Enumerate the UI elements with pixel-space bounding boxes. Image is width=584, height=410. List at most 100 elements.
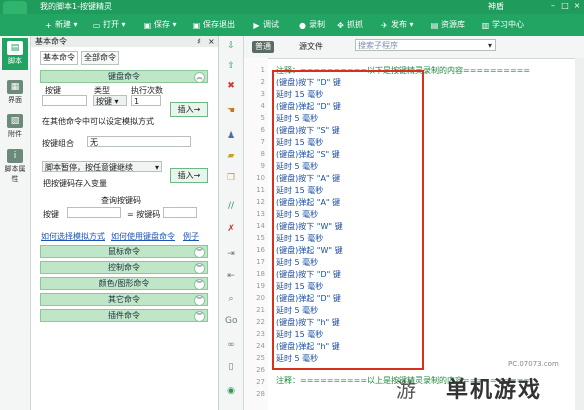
hand-icon[interactable]: ☚ [225, 106, 237, 117]
goto-icon[interactable]: Go [225, 316, 237, 327]
panel-close-icon[interactable]: × [208, 36, 215, 47]
clipboard-icon[interactable]: ▯ [225, 362, 237, 373]
record-label: 录制 [309, 20, 325, 29]
other-section-header[interactable]: 其它命令 ︾ [40, 293, 208, 306]
nav-ui-label: 界面 [8, 96, 22, 104]
nav-attach[interactable]: ▧ 附件 [2, 114, 28, 139]
link-use-keyboard[interactable]: 如何使用键盘命令 [111, 231, 175, 242]
editor-scrollbar[interactable] [575, 58, 584, 410]
nav-ui[interactable]: ▦ 界面 [2, 80, 28, 105]
nav-props-label: 脚本属性 [4, 165, 26, 183]
user-icon[interactable]: ♟ [225, 131, 237, 142]
find-icon[interactable]: ⌕ [225, 294, 237, 305]
pause-select[interactable]: 脚本暂停，按任意键继续 ▾ [42, 161, 162, 172]
color-section-header[interactable]: 颜色/图形命令 ︾ [40, 277, 208, 290]
outdent-icon[interactable]: ⇤ [225, 271, 237, 282]
subroutine-search-select[interactable]: 搜索子程序 ▾ [355, 39, 496, 51]
capture-button[interactable]: ✥ 抓抓 [336, 18, 363, 32]
query-code-input[interactable] [163, 207, 197, 218]
grid-icon: ▦ [7, 80, 23, 94]
debug-label: 调试 [263, 20, 279, 29]
control-section-header[interactable]: 控制命令 ︾ [40, 261, 208, 274]
window-title: 我的脚本1-按键精灵 [40, 2, 112, 11]
query-key-label: 按键 [43, 210, 59, 219]
chevron-down-icon[interactable]: ︾ [194, 263, 205, 274]
user-name[interactable]: 神盾 [488, 1, 504, 12]
learn-label: 学习中心 [492, 20, 524, 29]
count-stepper[interactable]: 1 [131, 95, 161, 106]
line-number: 27 [256, 378, 265, 386]
plugin-section-header[interactable]: 插件命令 ︾ [40, 309, 208, 322]
count-value: 1 [134, 97, 140, 106]
arrow-down-icon[interactable]: ⇩ [225, 41, 237, 52]
resources-button[interactable]: ▤ 资源库 [430, 18, 465, 32]
tab-normal[interactable]: 普通 [252, 41, 274, 53]
save-exit-button[interactable]: ▣ 保存退出 [192, 18, 235, 32]
folder-icon[interactable]: ▰ [225, 151, 237, 162]
title-bar: 我的脚本1-按键精灵 神盾 – □ × [0, 0, 584, 25]
plus-icon: + [45, 21, 52, 30]
open-button[interactable]: ▭ 打开 ▾ [92, 18, 126, 32]
chevron-up-icon[interactable]: ︽ [194, 72, 205, 83]
open-label: 打开 [103, 20, 119, 29]
arrow-up-icon[interactable]: ⇧ [225, 61, 237, 72]
chevron-down-icon[interactable]: ︾ [194, 247, 205, 258]
debug-button[interactable]: ▶ 调试 [252, 18, 279, 32]
insert-pause-button[interactable]: 插入→ [170, 168, 208, 183]
indent-icon[interactable]: ⇥ [225, 249, 237, 260]
maximize-button[interactable]: □ [560, 1, 570, 11]
plugin-section-label: 插件命令 [108, 311, 140, 320]
line-number: 26 [256, 366, 265, 374]
combo-input[interactable]: 无 [87, 136, 191, 147]
mouse-section-header[interactable]: 鼠标命令 ︾ [40, 245, 208, 258]
pause-select-value: 脚本暂停，按任意键继续 [45, 163, 133, 172]
watermark-url: PC.07073.com [508, 360, 559, 368]
folder-icon: ▭ [92, 21, 101, 30]
tab-basic-commands[interactable]: 基本命令 [40, 51, 78, 65]
link-sim-method[interactable]: 如何选择模拟方式 [41, 231, 105, 242]
type-select[interactable]: 按键 ▾ [93, 95, 127, 106]
learn-button[interactable]: ▥ 学习中心 [481, 18, 524, 32]
save-label: 保存 [154, 20, 170, 29]
chevron-down-icon[interactable]: ︾ [194, 311, 205, 322]
left-nav: ▤ 脚本 ▦ 界面 ▧ 附件 i 脚本属性 [0, 36, 31, 410]
copy-icon[interactable]: ❐ [225, 173, 237, 184]
pin-icon[interactable]: ♯ [197, 36, 201, 47]
nav-props[interactable]: i 脚本属性 [2, 149, 28, 184]
line-number: 2 [260, 78, 265, 86]
nav-script[interactable]: ▤ 脚本 [2, 38, 28, 70]
eye-icon[interactable]: ◉ [225, 386, 237, 397]
combo-label: 按键组合 [42, 139, 74, 148]
line-number: 6 [260, 126, 265, 134]
panel-title: 基本命令 [35, 37, 67, 46]
link-example[interactable]: 例子 [183, 231, 199, 242]
publish-label: 发布 [391, 20, 407, 29]
toolbar: + 新建 ▾ ▭ 打开 ▾ ▣ 保存 ▾ ▣ 保存退出 ▶ 调试 ● 录制 ✥ 抓抓 ✈ 发布 … [0, 14, 584, 36]
tab-source[interactable]: 源文件 [296, 41, 326, 53]
color-section-label: 颜色/图形命令 [98, 279, 150, 288]
close-button[interactable]: × [572, 1, 582, 11]
delete-icon[interactable]: ✖ [225, 81, 237, 92]
line-number: 23 [256, 330, 265, 338]
query-key-input[interactable] [67, 207, 121, 218]
key-input[interactable] [42, 95, 87, 106]
line-number: 1 [260, 66, 265, 74]
save-button[interactable]: ▣ 保存 ▾ [143, 18, 177, 32]
chevron-down-icon[interactable]: ︾ [194, 279, 205, 290]
line-number: 11 [256, 186, 265, 194]
new-label: 新建 [55, 20, 71, 29]
script-icon: ▤ [7, 41, 23, 55]
minimize-button[interactable]: – [548, 1, 558, 11]
publish-icon: ✈ [381, 21, 388, 30]
tab-all-commands[interactable]: 全部命令 [81, 51, 119, 65]
new-button[interactable]: + 新建 ▾ [44, 18, 77, 32]
chevron-down-icon[interactable]: ︾ [194, 295, 205, 306]
binoculars-icon[interactable]: ∞ [225, 340, 237, 351]
record-button[interactable]: ● 录制 [298, 18, 325, 32]
uncomment-icon[interactable]: ✗ [225, 224, 237, 235]
publish-button[interactable]: ✈ 发布 ▾ [380, 18, 413, 32]
panel-header: 基本命令 ♯ × [31, 36, 218, 47]
insert-key-button[interactable]: 插入→ [170, 102, 208, 117]
comment-icon[interactable]: // [225, 201, 237, 212]
keyboard-section-header[interactable]: 键盘命令 ︽ [40, 70, 208, 83]
